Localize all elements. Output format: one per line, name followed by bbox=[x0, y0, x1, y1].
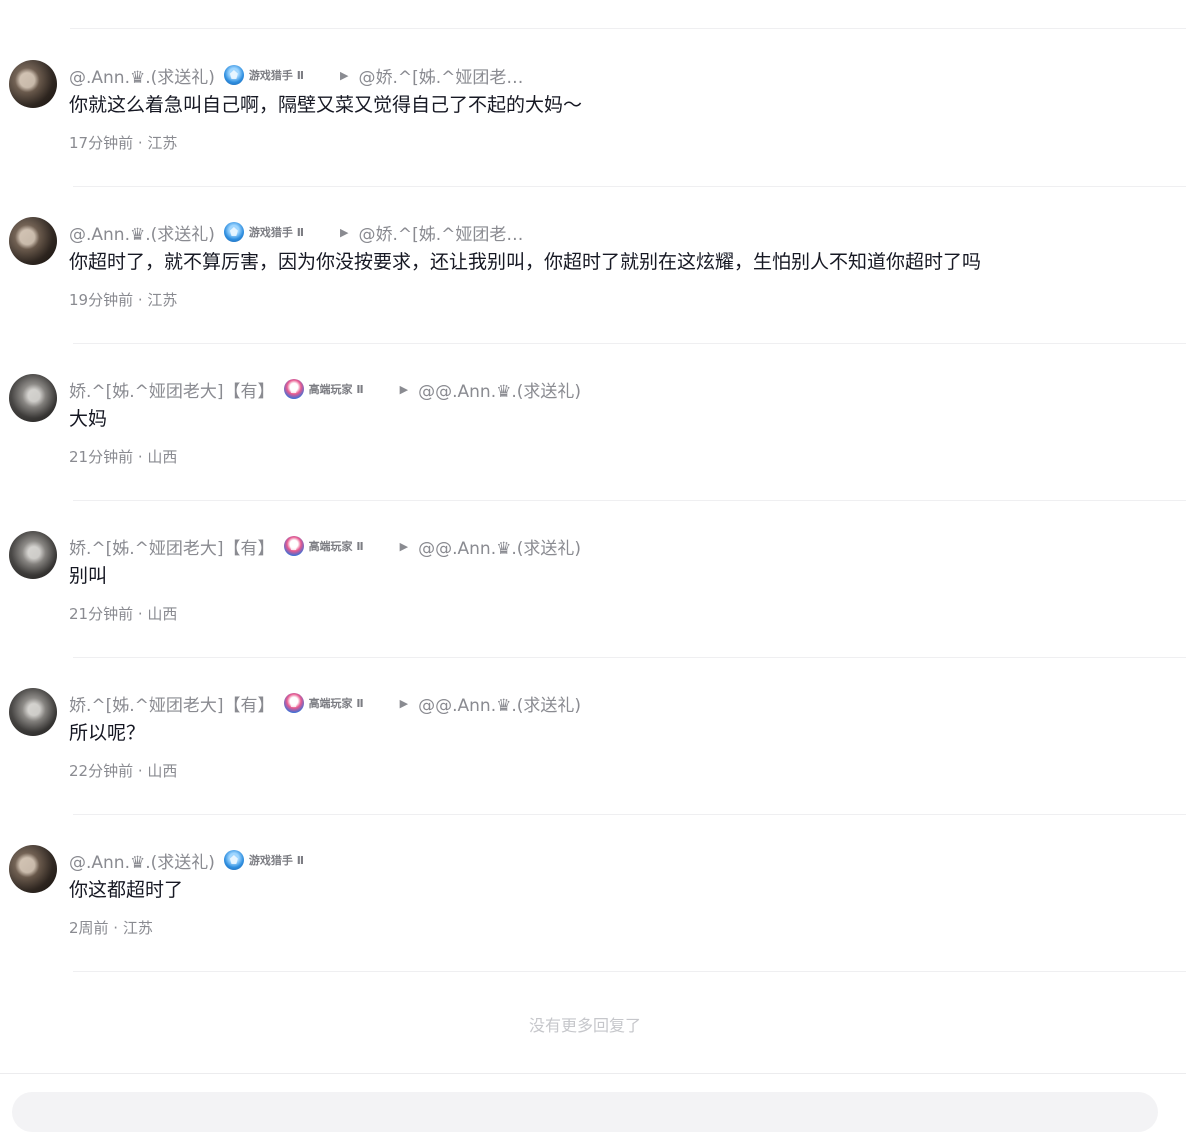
user-badge[interactable]: 游戏猎手 Ⅱ bbox=[223, 65, 304, 85]
comment-time-location: 22分钟前 · 山西 bbox=[69, 762, 178, 780]
avatar[interactable] bbox=[9, 374, 57, 422]
divider bbox=[73, 971, 1186, 972]
divider bbox=[70, 28, 1186, 29]
avatar[interactable] bbox=[9, 688, 57, 736]
game-hunter-badge-icon bbox=[223, 65, 244, 85]
reply-arrow-icon: ▶ bbox=[399, 539, 409, 553]
badge-label: 游戏猎手 Ⅱ bbox=[248, 226, 304, 239]
avatar[interactable] bbox=[9, 217, 57, 265]
user-badge[interactable]: 游戏猎手 Ⅱ bbox=[223, 222, 304, 242]
comment-time-location: 2周前 · 江苏 bbox=[69, 919, 153, 937]
reply-to-username[interactable]: @@.Ann.♛.(求送礼) bbox=[418, 377, 581, 402]
comment-text: 别叫 bbox=[69, 565, 108, 587]
divider bbox=[73, 500, 1186, 501]
comment-text: 所以呢？ bbox=[69, 722, 146, 744]
badge-label: 游戏猎手 Ⅱ bbox=[248, 69, 304, 82]
comment-meta: @.Ann.♛.(求送礼) 游戏猎手 Ⅱ ▶ @娇.^[姊.^娅团老… bbox=[69, 62, 523, 88]
divider bbox=[73, 343, 1186, 344]
comment-item: 娇.^[姊.^娅团老大]【有】 高端玩家 Ⅱ ▶ @@.Ann.♛.(求送礼) … bbox=[0, 688, 1186, 845]
badge-label: 高端玩家 Ⅱ bbox=[308, 540, 364, 553]
comment-text: 你这都超时了 bbox=[69, 879, 184, 901]
comment-item: 娇.^[姊.^娅团老大]【有】 高端玩家 Ⅱ ▶ @@.Ann.♛.(求送礼) … bbox=[0, 531, 1186, 688]
user-badge[interactable]: 高端玩家 Ⅱ bbox=[283, 536, 364, 556]
comment-item: 娇.^[姊.^娅团老大]【有】 高端玩家 Ⅱ ▶ @@.Ann.♛.(求送礼) … bbox=[0, 374, 1186, 531]
reply-to-username[interactable]: @娇.^[姊.^娅团老… bbox=[358, 220, 523, 245]
reply-arrow-icon: ▶ bbox=[399, 696, 409, 710]
reply-arrow-icon: ▶ bbox=[339, 68, 349, 82]
user-badge[interactable]: 高端玩家 Ⅱ bbox=[283, 693, 364, 713]
reply-arrow-icon: ▶ bbox=[339, 225, 349, 239]
comment-time-location: 21分钟前 · 山西 bbox=[69, 448, 178, 466]
divider bbox=[73, 657, 1186, 658]
username[interactable]: 娇.^[姊.^娅团老大]【有】 bbox=[69, 377, 275, 402]
comment-meta: 娇.^[姊.^娅团老大]【有】 高端玩家 Ⅱ ▶ @@.Ann.♛.(求送礼) bbox=[69, 690, 581, 716]
game-hunter-badge-icon bbox=[223, 222, 244, 242]
comment-text: 你就这么着急叫自己啊，隔壁又菜又觉得自己了不起的大妈～ bbox=[69, 94, 583, 116]
divider bbox=[73, 186, 1186, 187]
avatar[interactable] bbox=[9, 60, 57, 108]
no-more-replies-label: 没有更多回复了 bbox=[528, 1016, 641, 1035]
avatar[interactable] bbox=[9, 531, 57, 579]
pro-player-badge-icon bbox=[283, 536, 304, 556]
comment-time-location: 17分钟前 · 江苏 bbox=[69, 134, 178, 152]
divider bbox=[73, 814, 1186, 815]
comment-input-bar[interactable] bbox=[12, 1092, 1158, 1132]
comment-time-location: 21分钟前 · 山西 bbox=[69, 605, 178, 623]
pro-player-badge-icon bbox=[283, 379, 304, 399]
comment-time-location: 19分钟前 · 江苏 bbox=[69, 291, 178, 309]
game-hunter-badge-icon bbox=[223, 850, 244, 870]
user-badge[interactable]: 高端玩家 Ⅱ bbox=[283, 379, 364, 399]
badge-label: 高端玩家 Ⅱ bbox=[308, 697, 364, 710]
avatar[interactable] bbox=[9, 845, 57, 893]
badge-label: 高端玩家 Ⅱ bbox=[308, 383, 364, 396]
user-badge[interactable]: 游戏猎手 Ⅱ bbox=[223, 850, 304, 870]
comment-meta: 娇.^[姊.^娅团老大]【有】 高端玩家 Ⅱ ▶ @@.Ann.♛.(求送礼) bbox=[69, 376, 581, 402]
username[interactable]: @.Ann.♛.(求送礼) bbox=[69, 220, 215, 245]
pro-player-badge-icon bbox=[283, 693, 304, 713]
reply-to-username[interactable]: @@.Ann.♛.(求送礼) bbox=[418, 534, 581, 559]
comment-text: 大妈 bbox=[69, 408, 108, 430]
username[interactable]: 娇.^[姊.^娅团老大]【有】 bbox=[69, 534, 275, 559]
username[interactable]: @.Ann.♛.(求送礼) bbox=[69, 848, 215, 873]
username[interactable]: @.Ann.♛.(求送礼) bbox=[69, 63, 215, 88]
comment-meta: @.Ann.♛.(求送礼) 游戏猎手 Ⅱ ▶ @娇.^[姊.^娅团老… bbox=[69, 219, 523, 245]
reply-to-username[interactable]: @@.Ann.♛.(求送礼) bbox=[418, 691, 581, 716]
reply-to-username[interactable]: @娇.^[姊.^娅团老… bbox=[358, 63, 523, 88]
reply-arrow-icon: ▶ bbox=[399, 382, 409, 396]
comment-item: @.Ann.♛.(求送礼) 游戏猎手 Ⅱ ▶ @娇.^[姊.^娅团老… 你超时了… bbox=[0, 217, 1186, 374]
comment-meta: 娇.^[姊.^娅团老大]【有】 高端玩家 Ⅱ ▶ @@.Ann.♛.(求送礼) bbox=[69, 533, 581, 559]
username[interactable]: 娇.^[姊.^娅团老大]【有】 bbox=[69, 691, 275, 716]
comment-item: @.Ann.♛.(求送礼) 游戏猎手 Ⅱ 你这都超时了 2周前 · 江苏 bbox=[0, 845, 1186, 1002]
comment-meta: @.Ann.♛.(求送礼) 游戏猎手 Ⅱ bbox=[69, 847, 304, 873]
comment-item: @.Ann.♛.(求送礼) 游戏猎手 Ⅱ ▶ @娇.^[姊.^娅团老… 你就这么… bbox=[0, 60, 1186, 217]
comment-text: 你超时了，就不算厉害，因为你没按要求，还让我别叫，你超时了就别在这炫耀，生怕别人… bbox=[69, 251, 982, 273]
divider bbox=[0, 1073, 1186, 1074]
badge-label: 游戏猎手 Ⅱ bbox=[248, 854, 304, 867]
